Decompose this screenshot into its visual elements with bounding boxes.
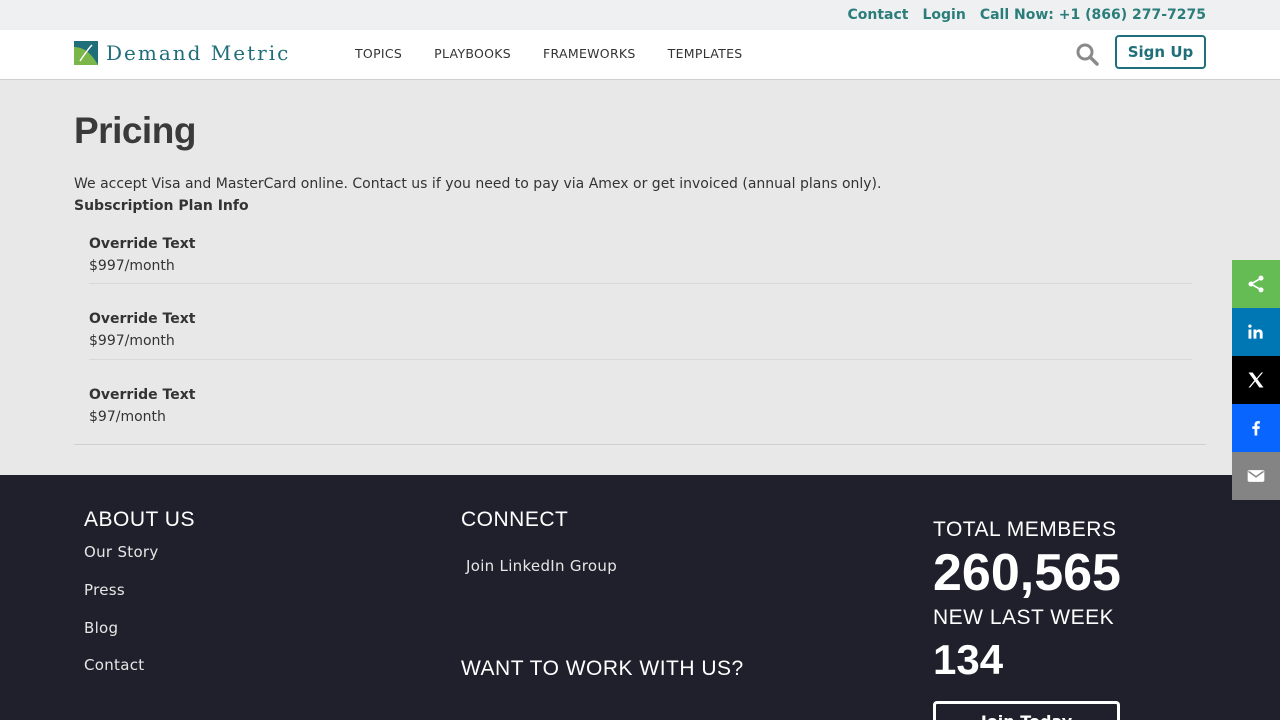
plan-item[interactable]: Override Text $997/month [89, 311, 1192, 360]
utility-links: Contact Login Call Now: +1 (866) 277-727… [847, 7, 1206, 23]
nav-item-topics[interactable]: TOPICS [355, 46, 402, 61]
nav-item-frameworks[interactable]: FRAMEWORKS [543, 46, 636, 61]
sign-up-button[interactable]: Sign Up [1115, 35, 1206, 69]
email-icon [1247, 470, 1265, 482]
plan-price: $97/month [89, 409, 166, 425]
payment-info-text: We accept Visa and MasterCard online. Co… [74, 176, 882, 192]
primary-nav: TOPICS PLAYBOOKS FRAMEWORKS TEMPLATES [355, 46, 775, 61]
share-button[interactable] [1232, 260, 1280, 308]
top-utility-bar: Contact Login Call Now: +1 (866) 277-727… [0, 0, 1280, 30]
x-share-button[interactable] [1232, 356, 1280, 404]
plan-name: Override Text [89, 236, 196, 252]
call-now-link[interactable]: Call Now: +1 (866) 277-7275 [980, 7, 1206, 23]
site-footer: ABOUT US Our Story Press Blog Contact CO… [0, 475, 1280, 720]
nav-item-playbooks[interactable]: PLAYBOOKS [434, 46, 511, 61]
email-share-button[interactable] [1232, 452, 1280, 500]
new-last-week-label: NEW LAST WEEK [933, 606, 1115, 629]
x-twitter-icon [1248, 372, 1264, 388]
plan-item[interactable]: Override Text $97/month [89, 387, 1192, 435]
brand-name: Demand Metric [106, 41, 291, 65]
share-icon [1248, 275, 1264, 293]
new-last-week-count: 134 [933, 636, 1004, 683]
search-icon [1076, 43, 1099, 66]
our-story-link[interactable]: Our Story [84, 543, 159, 561]
social-share-bar [1232, 260, 1280, 500]
connect-heading: CONNECT [461, 508, 569, 531]
plan-price: $997/month [89, 258, 175, 274]
join-today-button[interactable]: Join Today [933, 701, 1120, 720]
join-linkedin-group-link[interactable]: Join LinkedIn Group [466, 557, 617, 575]
logo-mark-icon [74, 41, 98, 65]
work-with-us-heading: WANT TO WORK WITH US? [461, 657, 744, 680]
about-us-heading: ABOUT US [84, 508, 195, 531]
brand-logo[interactable]: Demand Metric [74, 41, 290, 65]
facebook-icon [1252, 421, 1260, 436]
plan-price: $997/month [89, 333, 175, 349]
search-button[interactable] [1075, 42, 1099, 66]
linkedin-share-button[interactable] [1232, 308, 1280, 356]
plan-name: Override Text [89, 311, 196, 327]
blog-link[interactable]: Blog [84, 619, 118, 637]
facebook-share-button[interactable] [1232, 404, 1280, 452]
total-members-label: TOTAL MEMBERS [933, 518, 1117, 541]
subscription-plan-heading: Subscription Plan Info [74, 198, 249, 214]
page-title: Pricing [74, 110, 196, 151]
nav-item-templates[interactable]: TEMPLATES [668, 46, 743, 61]
footer-contact-link[interactable]: Contact [84, 656, 144, 674]
contact-link[interactable]: Contact [847, 7, 908, 23]
login-link[interactable]: Login [922, 7, 965, 23]
plan-list: Override Text $997/month Override Text $… [74, 230, 1206, 445]
plan-name: Override Text [89, 387, 196, 403]
total-members-count: 260,565 [933, 544, 1121, 602]
linkedin-icon [1248, 324, 1263, 339]
press-link[interactable]: Press [84, 581, 125, 599]
main-navbar: Demand Metric TOPICS PLAYBOOKS FRAMEWORK… [0, 30, 1280, 80]
plan-item[interactable]: Override Text $997/month [89, 236, 1192, 284]
